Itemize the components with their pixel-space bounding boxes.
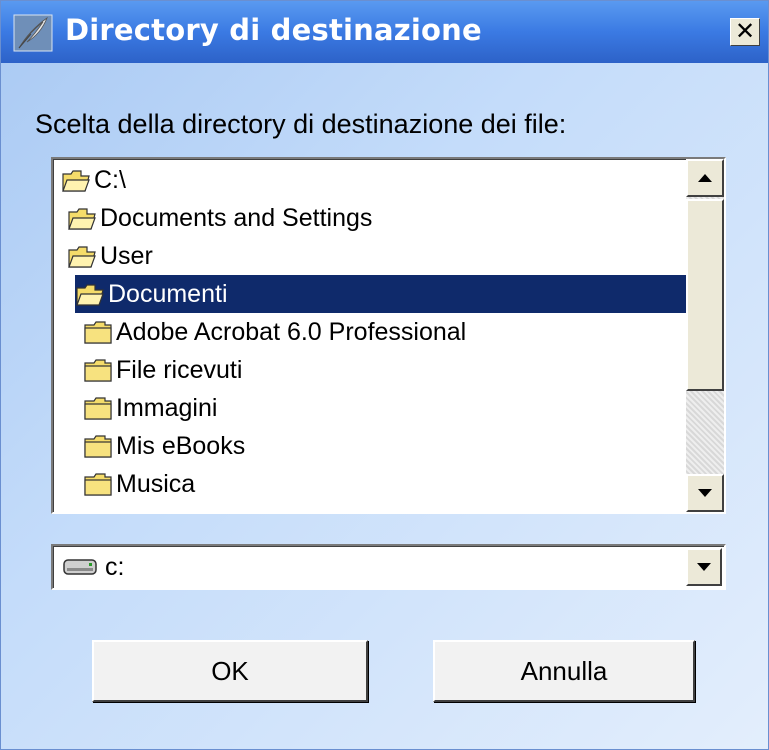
tree-item-label: Documenti [108, 279, 228, 308]
tree-item[interactable]: Mis eBooks [83, 427, 245, 465]
tree-item-label: Musica [116, 469, 196, 498]
ok-button[interactable]: OK [92, 640, 368, 702]
scroll-down-button[interactable] [686, 474, 724, 512]
tree-item-label: C:\ [94, 165, 126, 194]
tree-item[interactable]: Musica [83, 465, 195, 503]
drive-dropdown[interactable]: c: [51, 544, 726, 590]
folder-icon [84, 435, 112, 458]
folder-icon [84, 321, 112, 344]
prompt-label: Scelta della directory di destinazione d… [35, 109, 567, 139]
scroll-thumb[interactable] [686, 199, 724, 391]
tree-item[interactable]: Documenti [75, 275, 686, 313]
drive-value: c: [105, 553, 125, 581]
close-button[interactable]: ✕ [730, 18, 760, 46]
drive-dropdown-button[interactable] [686, 548, 722, 586]
cancel-button[interactable]: Annulla [433, 640, 695, 702]
folder-icon [84, 359, 112, 382]
folder-open-icon [68, 246, 96, 268]
tree-item-label: Immagini [116, 393, 218, 422]
arrow-up-icon [698, 174, 712, 182]
chevron-down-icon [697, 563, 711, 571]
tree-item-label: Mis eBooks [116, 431, 246, 460]
window-title: Directory di destinazione [65, 13, 482, 47]
tree-item[interactable]: File ricevuti [83, 351, 242, 389]
app-feather-icon [13, 14, 53, 52]
tree-item[interactable]: User [67, 237, 153, 275]
folder-open-icon [68, 208, 96, 230]
close-icon: ✕ [734, 17, 756, 45]
tree-item-label: File ricevuti [116, 355, 243, 384]
tree-item[interactable]: Adobe Acrobat 6.0 Professional [83, 313, 466, 351]
directory-tree[interactable]: C:\ Documents and Settings User Documenti Ad… [51, 157, 726, 514]
tree-item-label: User [100, 241, 153, 270]
folder-icon [84, 397, 112, 420]
tree-item[interactable]: Immagini [83, 389, 217, 427]
folder-open-icon [62, 170, 90, 192]
scroll-up-button[interactable] [686, 159, 724, 197]
arrow-down-icon [698, 489, 712, 497]
title-bar[interactable]: Directory di destinazione ✕ [1, 1, 768, 63]
tree-item-label: Documents and Settings [100, 203, 373, 232]
tree-scrollbar[interactable] [686, 159, 724, 512]
dialog-window: Directory di destinazione ✕ Scelta della… [0, 0, 769, 750]
hard-drive-icon [63, 559, 97, 575]
tree-item[interactable]: Documents and Settings [67, 199, 372, 237]
folder-open-icon [76, 284, 104, 306]
tree-item[interactable]: C:\ [61, 161, 126, 199]
tree-item-label: Adobe Acrobat 6.0 Professional [116, 317, 467, 346]
folder-icon [84, 473, 112, 496]
